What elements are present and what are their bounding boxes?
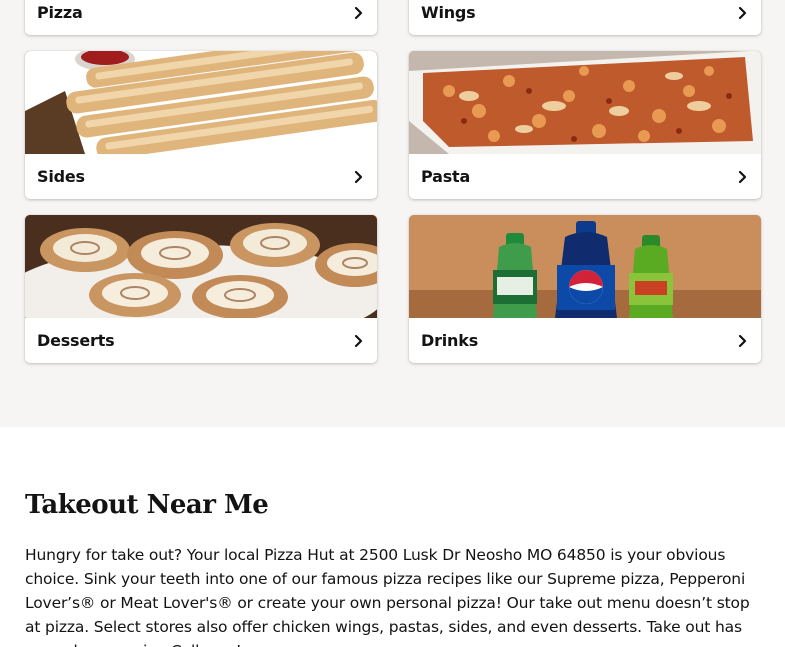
cinnamon-rolls-illustration [25,215,377,318]
category-label-drinks: Drinks [421,331,479,350]
category-bar: Sides [25,154,377,199]
soda-bottles-illustration [409,215,761,318]
chevron-right-icon [354,6,363,19]
chevron-right-icon [354,170,363,183]
pasta-image [409,51,761,154]
category-card-drinks[interactable]: Drinks [409,215,761,363]
category-card-pizza[interactable]: Pizza [25,0,377,35]
category-bar: Drinks [409,318,761,363]
category-label-sides: Sides [37,167,85,186]
menu-categories-section: Pizza Wings Sides Pasta Desserts Drinks [0,0,785,427]
category-bar: Wings [409,0,761,35]
category-card-sides[interactable]: Sides [25,51,377,199]
category-bar: Pizza [25,0,377,35]
category-bar: Pasta [409,154,761,199]
category-card-desserts[interactable]: Desserts [25,215,377,363]
category-label-pizza: Pizza [37,3,83,22]
pasta-illustration [409,51,761,154]
chevron-right-icon [738,6,747,19]
category-card-wings[interactable]: Wings [409,0,761,35]
chevron-right-icon [354,334,363,347]
takeout-heading: Takeout Near Me [25,490,269,520]
category-label-pasta: Pasta [421,167,471,186]
takeout-section: Takeout Near Me Hungry for take out? You… [0,427,785,647]
chevron-right-icon [738,170,747,183]
category-card-pasta[interactable]: Pasta [409,51,761,199]
takeout-description: Hungry for take out? Your local Pizza Hu… [25,546,750,647]
category-label-wings: Wings [421,3,476,22]
drinks-image [409,215,761,318]
category-bar: Desserts [25,318,377,363]
category-label-desserts: Desserts [37,331,115,350]
chevron-right-icon [738,334,747,347]
desserts-image [25,215,377,318]
breadsticks-illustration [25,51,377,154]
sides-image [25,51,377,154]
